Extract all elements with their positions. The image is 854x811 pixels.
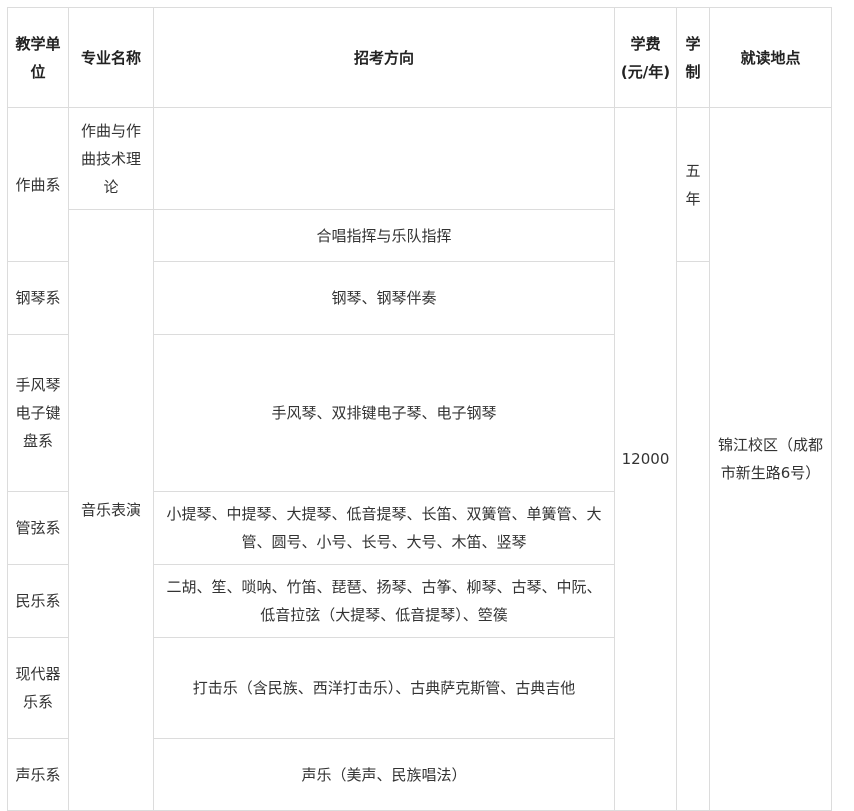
direction-cell: 打击乐（含民族、西洋打击乐）、古典萨克斯管、古典吉他 — [153, 637, 615, 739]
header-row: 教学单位 专业名称 招考方向 学费(元/年) 学制 就读地点 — [7, 7, 832, 108]
direction-cell: 小提琴、中提琴、大提琴、低音提琴、长笛、双簧管、单簧管、大管、圆号、小号、长号、… — [153, 491, 615, 565]
admissions-table: 教学单位 专业名称 招考方向 学费(元/年) 学制 就读地点 作曲系 作曲与作曲… — [7, 7, 832, 811]
header-direction: 招考方向 — [153, 7, 615, 108]
direction-cell — [153, 107, 615, 210]
unit-cell: 作曲系 — [7, 107, 69, 262]
header-location: 就读地点 — [709, 7, 832, 108]
direction-cell: 钢琴、钢琴伴奏 — [153, 261, 615, 335]
direction-cell: 手风琴、双排键电子琴、电子钢琴 — [153, 334, 615, 492]
direction-cell: 合唱指挥与乐队指挥 — [153, 209, 615, 262]
fee-cell: 12000 — [614, 107, 677, 811]
duration-cell-empty — [676, 261, 710, 811]
major-cell: 作曲与作曲技术理论 — [68, 107, 154, 210]
unit-cell: 声乐系 — [7, 738, 69, 811]
header-duration: 学制 — [676, 7, 710, 108]
direction-cell: 声乐（美声、民族唱法） — [153, 738, 615, 811]
header-unit: 教学单位 — [7, 7, 69, 108]
duration-cell: 五年 — [676, 107, 710, 262]
direction-cell: 二胡、笙、唢呐、竹笛、琵琶、扬琴、古筝、柳琴、古琴、中阮、低音拉弦（大提琴、低音… — [153, 564, 615, 638]
table-row: 作曲系 作曲与作曲技术理论 12000 五年 锦江校区（成都市新生路6号） — [7, 107, 832, 811]
unit-cell: 钢琴系 — [7, 261, 69, 335]
major-cell: 音乐表演 — [68, 209, 154, 811]
header-major: 专业名称 — [68, 7, 154, 108]
unit-cell: 现代器乐系 — [7, 637, 69, 739]
header-fee: 学费(元/年) — [614, 7, 677, 108]
location-cell: 锦江校区（成都市新生路6号） — [709, 107, 832, 811]
unit-cell: 手风琴电子键盘系 — [7, 334, 69, 492]
unit-cell: 民乐系 — [7, 564, 69, 638]
unit-cell: 管弦系 — [7, 491, 69, 565]
